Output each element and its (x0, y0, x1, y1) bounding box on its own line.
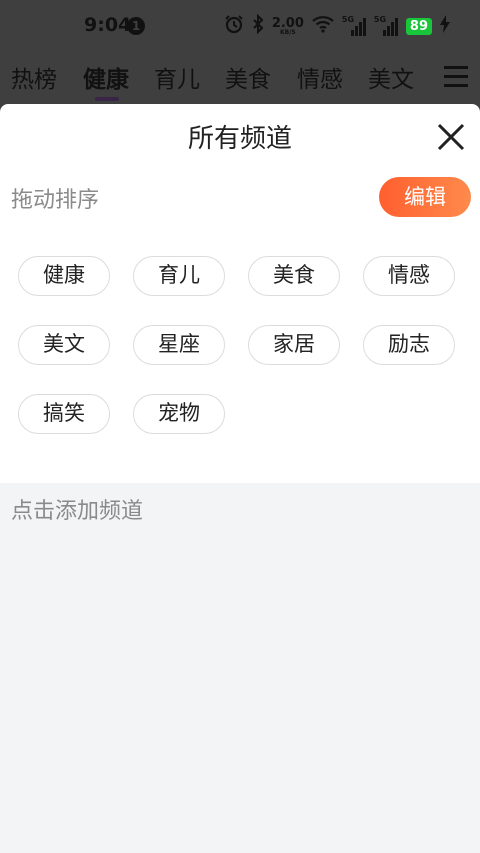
channel-chip-pets[interactable]: 宠物 (133, 394, 225, 434)
add-channel-section: 点击添加频道 (0, 483, 480, 853)
battery-indicator: 89 (405, 17, 432, 35)
tab-emotion[interactable]: 情感 (297, 60, 343, 94)
channel-chip-emotion[interactable]: 情感 (363, 256, 455, 296)
tab-health[interactable]: 健康 (83, 60, 129, 94)
tab-essay[interactable]: 美文 (368, 60, 414, 94)
channel-tab-bar: 热榜 健康 育儿 美食 情感 美文 (0, 52, 480, 104)
channel-chip-inspiration[interactable]: 励志 (363, 325, 455, 365)
close-icon[interactable] (435, 121, 467, 153)
signal-icon: 5G (374, 15, 398, 36)
channel-chip-food[interactable]: 美食 (248, 256, 340, 296)
tab-food[interactable]: 美食 (225, 60, 271, 94)
status-icons: 2.00 KB/S 5G 5G 89 (224, 13, 450, 38)
channel-chip-essay[interactable]: 美文 (18, 325, 110, 365)
tab-parenting[interactable]: 育儿 (154, 60, 200, 94)
signal-icon: 5G (342, 15, 366, 36)
menu-icon[interactable] (444, 66, 468, 88)
drag-sort-hint: 拖动排序 (11, 188, 100, 213)
channel-chip-health[interactable]: 健康 (18, 256, 110, 296)
alarm-icon (224, 14, 244, 38)
status-time: 9:04 (84, 14, 132, 36)
add-channel-hint: 点击添加频道 (11, 499, 144, 524)
status-bar: 9:04 1 2.00 KB/S 5G 5G 89 (0, 0, 480, 52)
channel-chip-home[interactable]: 家居 (248, 325, 340, 365)
network-speed: 2.00 KB/S (271, 15, 304, 36)
edit-button[interactable]: 编辑 (379, 177, 471, 217)
sheet-title: 所有频道 (187, 124, 292, 154)
channel-chip-funny[interactable]: 搞笑 (18, 394, 110, 434)
charging-icon (440, 15, 450, 37)
active-tab-indicator (95, 97, 119, 101)
bluetooth-icon (252, 13, 264, 38)
channel-sheet: 所有频道 拖动排序 编辑 健康 育儿 美食 情感 美文 星座 家居 励志 搞笑 … (0, 104, 480, 853)
notification-badge: 1 (127, 17, 145, 35)
channel-chip-horoscope[interactable]: 星座 (133, 325, 225, 365)
channel-chip-parenting[interactable]: 育儿 (133, 256, 225, 296)
tab-hot[interactable]: 热榜 (11, 60, 57, 94)
wifi-icon (312, 15, 334, 37)
